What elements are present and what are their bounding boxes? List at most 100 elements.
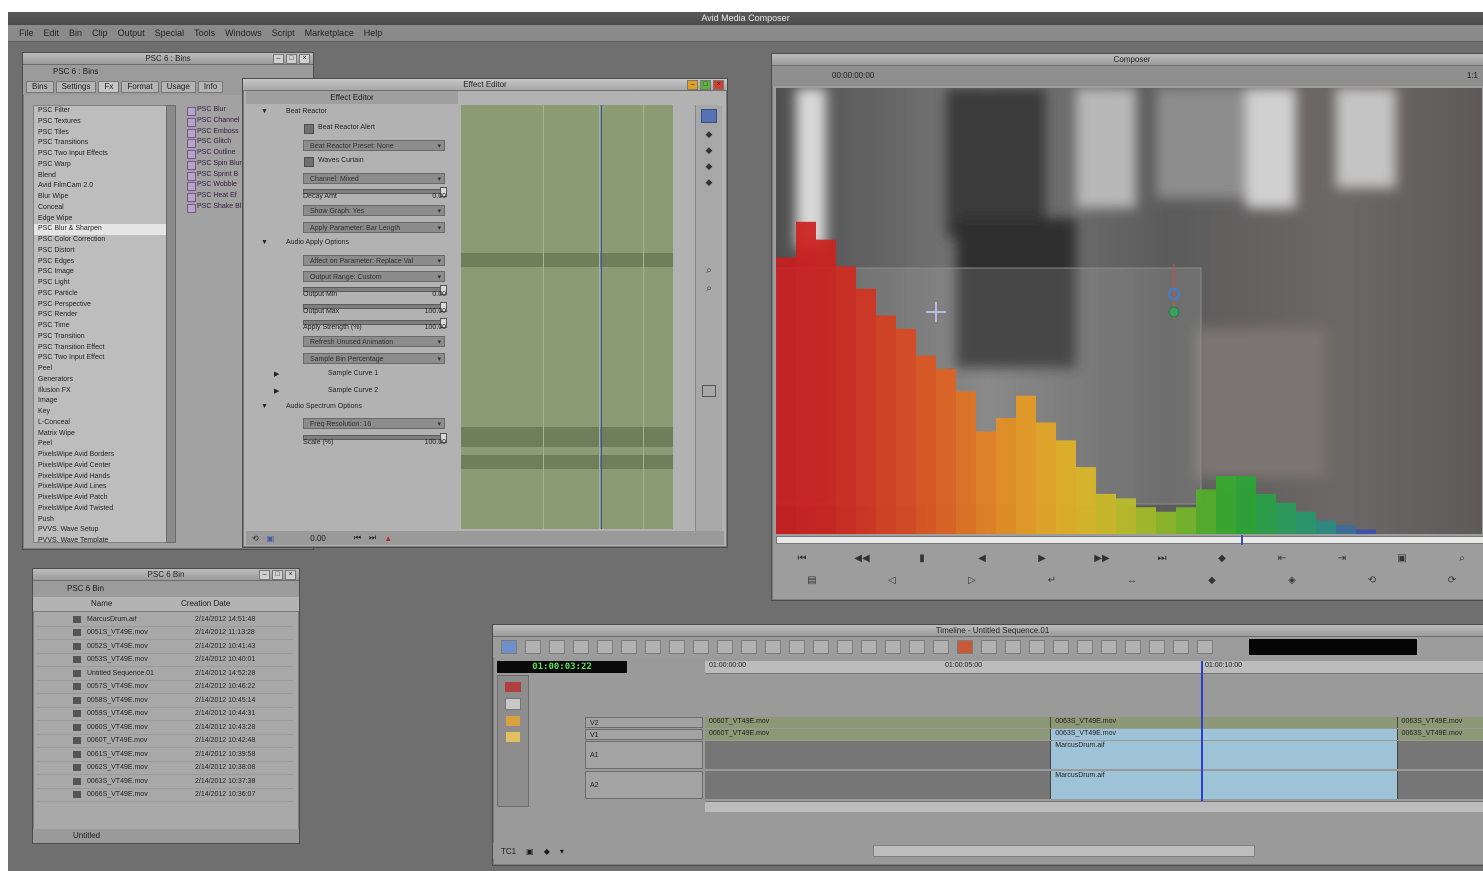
effect-category-item[interactable]: PSC Particle — [34, 289, 166, 300]
transport-button-icon[interactable]: ▶ — [1030, 553, 1054, 564]
splice-icon[interactable] — [506, 732, 520, 742]
maximize-icon[interactable]: □ — [700, 80, 711, 90]
transport-button-icon[interactable]: ⟳ — [1440, 575, 1464, 586]
maximize-icon[interactable]: □ — [286, 54, 297, 64]
timeline-tool-button-icon[interactable] — [621, 640, 637, 654]
timeline-tool-button-icon[interactable] — [549, 640, 565, 654]
effect-category-item[interactable]: PSC Two Input Effect — [34, 353, 166, 364]
timeline-tool-button-icon[interactable] — [525, 640, 541, 654]
effect-category-list[interactable]: PSC Filter PSC Textures PSC Tiles PSC Trans… — [33, 105, 167, 543]
bin-clip-row[interactable]: 0051S_VT49E.mov 2/14/2012 11:13:28 — [37, 627, 293, 640]
effect-category-item[interactable]: PixelsWipe Avid Center — [34, 461, 166, 472]
disclosure-triangle-icon[interactable]: ▼ — [261, 108, 268, 115]
parameter-dropdown[interactable]: Affect on Parameter: Replace Val — [303, 254, 445, 266]
effect-category-item[interactable]: PixelsWipe Avid Lines — [34, 482, 166, 493]
bin-clip-row[interactable]: 0060S_VT49E.mov 2/14/2012 10:43:28 — [37, 721, 293, 735]
menu-item-marketplace[interactable]: Marketplace — [300, 28, 359, 38]
parameter-dropdown[interactable]: Refresh Unused Animation — [303, 336, 445, 348]
timeline-clip[interactable]: MarcusDrum.aif — [1051, 771, 1398, 799]
bin-clip-row[interactable]: 0061S_VT49E.mov 2/14/2012 10:39:58 — [37, 748, 293, 762]
transport-button-icon[interactable]: ◈ — [1280, 575, 1304, 586]
timeline-tool-button-icon[interactable] — [789, 640, 805, 654]
transport-button-icon[interactable]: ▷ — [960, 575, 984, 586]
menu-item-script[interactable]: Script — [267, 28, 300, 38]
effect-category-item[interactable]: PSC Perspective — [34, 300, 166, 311]
close-icon[interactable]: × — [713, 80, 724, 90]
timeline-tool-button-icon[interactable] — [669, 640, 685, 654]
bin-clip-row[interactable]: 0063S_VT49E.mov 2/14/2012 10:37:38 — [37, 775, 293, 789]
transport-button-icon[interactable]: ▶▶ — [1090, 553, 1114, 564]
track-header-a1[interactable]: A1 — [585, 741, 703, 769]
menu-item-tools[interactable]: Tools — [189, 28, 220, 38]
timeline-tool-button-icon[interactable] — [1101, 640, 1117, 654]
effect-category-item[interactable]: Generators — [34, 375, 166, 386]
menu-item-edit[interactable]: Edit — [39, 28, 65, 38]
effect-category-item[interactable]: PixelsWipe Avid Hands — [34, 472, 166, 483]
timeline-tool-button-icon[interactable] — [1197, 640, 1213, 654]
parameter-dropdown[interactable]: Apply Parameter: Bar Length — [303, 221, 445, 233]
close-icon[interactable]: × — [285, 570, 296, 580]
keyframe-tool-icon[interactable]: ◆ — [704, 177, 714, 187]
menu-item-file[interactable]: File — [14, 28, 39, 38]
minimize-icon[interactable]: – — [687, 80, 698, 90]
timeline-tool-button-icon[interactable] — [693, 640, 709, 654]
effect-category-item[interactable]: PSC Light — [34, 278, 166, 289]
tab-format[interactable]: Format — [121, 81, 159, 93]
transport-button-icon[interactable]: ◁ — [880, 575, 904, 586]
timeline-footer-icon[interactable]: ▣ — [526, 847, 534, 856]
timeline-tool-button-icon[interactable] — [1053, 640, 1069, 654]
timeline-clip[interactable]: 0060T_VT49E.mov — [705, 729, 1052, 740]
parameter-value[interactable]: 0.00 — [432, 193, 446, 200]
bin-clip-row[interactable]: 0053S_VT49E.mov 2/14/2012 10:40:01 — [37, 654, 293, 667]
timeline-clip[interactable]: 0060T_VT49E.mov — [705, 717, 1052, 728]
transport-button-icon[interactable]: ↵ — [1040, 575, 1064, 586]
effect-category-item[interactable]: PSC Tiles — [34, 128, 166, 139]
effect-category-item[interactable]: PSC Transition — [34, 332, 166, 343]
effect-category-item[interactable]: PVVS. Wave Template — [34, 536, 166, 542]
tab-usage[interactable]: Usage — [160, 81, 196, 93]
timeline-tool-button-icon[interactable] — [885, 640, 901, 654]
parameter-dropdown[interactable]: Channel: Mixed — [303, 172, 445, 184]
tab-fx[interactable]: Fx — [98, 81, 120, 93]
effect-category-item[interactable]: PSC Filter — [34, 106, 166, 117]
parameter-value[interactable]: 100.00 — [425, 324, 446, 331]
timeline-timecode[interactable]: 01:00:03:22 — [497, 661, 627, 673]
timeline-tool-button-icon[interactable] — [765, 640, 781, 654]
timeline-tool-button-icon[interactable] — [813, 640, 829, 654]
parameter-checkbox[interactable] — [304, 124, 314, 135]
menu-item-bin[interactable]: Bin — [64, 28, 87, 38]
timeline-clip[interactable]: MarcusDrum.aif — [1051, 741, 1398, 769]
timeline-tool-button-icon[interactable] — [909, 640, 925, 654]
keyframe-tool-icon[interactable]: ◆ — [704, 161, 714, 171]
effect-category-item[interactable]: Image — [34, 396, 166, 407]
keyframe-position-indicator[interactable] — [601, 105, 602, 529]
menu-item-output[interactable]: Output — [113, 28, 150, 38]
track-header-v2[interactable]: V2 — [585, 717, 703, 728]
timeline-footer-icon[interactable]: ▾ — [560, 847, 564, 856]
effect-category-item[interactable]: PSC Render — [34, 310, 166, 321]
effect-category-item[interactable]: Peel — [34, 439, 166, 450]
bin-clip-row[interactable]: 0066S_VT49E.mov 2/14/2012 10:36:07 — [37, 789, 293, 802]
effect-category-item[interactable]: PSC Blur & Sharpen — [34, 224, 166, 235]
transport-button-icon[interactable]: ◀◀ — [850, 553, 874, 564]
effect-category-item[interactable]: Push — [34, 515, 166, 526]
menu-item-windows[interactable]: Windows — [220, 28, 267, 38]
position-indicator[interactable] — [1241, 535, 1243, 545]
disclosure-triangle-icon[interactable]: ▼ — [261, 239, 268, 246]
minimize-icon[interactable]: – — [273, 54, 284, 64]
parameter-dropdown[interactable]: Output Range: Custom — [303, 270, 445, 282]
parameter-value[interactable]: 100.00 — [425, 439, 446, 446]
transport-button-icon[interactable]: ▮ — [910, 553, 934, 564]
timeline-clip[interactable] — [705, 741, 1052, 769]
composer-zoom[interactable]: 1:1 — [1467, 66, 1478, 86]
bin-clip-row[interactable]: 0058S_VT49E.mov 2/14/2012 10:45:14 — [37, 694, 293, 708]
timeline-tool-button-icon[interactable] — [597, 640, 613, 654]
play-loop-icon[interactable]: ⟲ — [252, 534, 259, 543]
menu-item-clip[interactable]: Clip — [87, 28, 113, 38]
timeline-clip[interactable]: 0063S_VT49E.mov — [1051, 729, 1398, 740]
effect-category-item[interactable]: Blur Wipe — [34, 192, 166, 203]
effect-category-item[interactable]: PSC Transition Effect — [34, 343, 166, 354]
composer-monitor[interactable] — [776, 88, 1482, 534]
timeline-tool-button-icon[interactable] — [861, 640, 877, 654]
effect-category-scrollbar[interactable] — [166, 105, 176, 543]
